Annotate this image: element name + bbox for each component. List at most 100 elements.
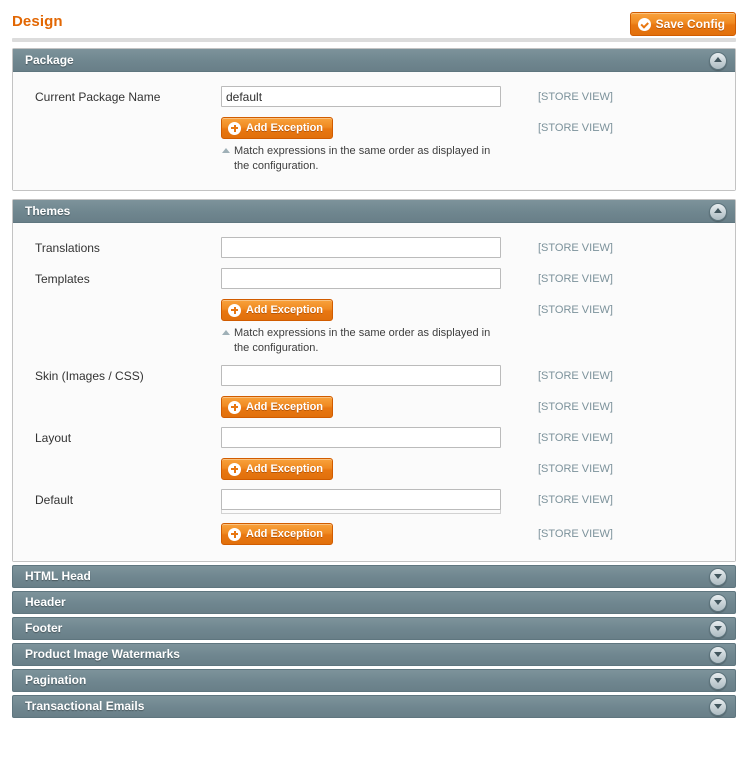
add-exception-button[interactable]: Add Exception (221, 458, 334, 480)
field-control: Add Exception Match expressions in the sa… (221, 299, 519, 356)
text-input[interactable] (221, 237, 501, 258)
section-header-themes[interactable]: Themes (13, 200, 735, 223)
save-config-label: Save Config (655, 17, 725, 31)
field-row: Translations [STORE VIEW] (13, 237, 735, 259)
header-divider (12, 38, 736, 42)
expand-down-icon[interactable] (709, 594, 727, 612)
config-sections: Package Current Package Name[STORE VIEW] A… (12, 48, 736, 718)
field-row: Layout [STORE VIEW] (13, 427, 735, 449)
plus-circle-icon (228, 121, 241, 135)
add-exception-label: Add Exception (246, 528, 324, 540)
field-row: Current Package Name [STORE VIEW] (13, 86, 735, 108)
section-header-package[interactable]: Package (13, 49, 735, 72)
field-control (221, 489, 519, 514)
expand-down-icon[interactable] (709, 672, 727, 690)
field-label: Translations (35, 241, 100, 255)
section-header: Header (12, 591, 736, 614)
add-exception-button[interactable]: Add Exception (221, 396, 334, 418)
field-control (221, 268, 519, 289)
section-html-head: HTML Head (12, 565, 736, 588)
field-row: Add Exception [STORE VIEW] (13, 458, 735, 480)
section-title: Product Image Watermarks (25, 647, 180, 661)
scope-label: [STORE VIEW] (538, 401, 613, 413)
text-input[interactable] (221, 427, 501, 448)
section-themes: Themes Translations [STORE VIEW] Templates [… (12, 199, 736, 562)
field-control (221, 427, 519, 448)
expand-down-icon[interactable] (709, 646, 727, 664)
text-input[interactable] (221, 268, 501, 289)
section-body-package: Current Package Name [STORE VIEW] Add Exce… (13, 72, 735, 190)
section-header-product-image-watermarks[interactable]: Product Image Watermarks (12, 643, 736, 666)
add-exception-button[interactable]: Add Exception (221, 117, 334, 139)
section-header-transactional-emails[interactable]: Transactional Emails (12, 695, 736, 718)
scope-label: [STORE VIEW] (538, 463, 613, 475)
add-exception-label: Add Exception (246, 401, 324, 413)
scope-label: [STORE VIEW] (538, 91, 613, 103)
field-label: Default (35, 493, 74, 507)
plus-circle-icon (228, 400, 241, 414)
content-header: Design Save Config (12, 0, 736, 42)
field-control: Add Exception (221, 523, 519, 545)
plus-circle-icon (228, 527, 241, 541)
text-input[interactable] (221, 86, 501, 107)
field-note-line2: the configuration. (234, 342, 319, 354)
text-input[interactable] (221, 489, 501, 510)
add-exception-label: Add Exception (246, 463, 324, 475)
add-exception-label: Add Exception (246, 122, 324, 134)
section-footer: Footer (12, 617, 736, 640)
section-header-header[interactable]: Header (12, 591, 736, 614)
scope-label: [STORE VIEW] (538, 242, 613, 254)
field-note-line1: Match expressions in the same order as d… (234, 327, 491, 339)
scope-label: [STORE VIEW] (538, 370, 613, 382)
scope-label: [STORE VIEW] (538, 494, 613, 506)
section-title: Transactional Emails (25, 699, 145, 713)
expand-down-icon[interactable] (709, 698, 727, 716)
field-row: Templates [STORE VIEW] (13, 268, 735, 290)
field-label: Layout (35, 431, 72, 445)
section-title: HTML Head (25, 569, 91, 583)
note-triangle-icon (222, 148, 230, 153)
expand-down-icon[interactable] (709, 568, 727, 586)
field-control (221, 365, 519, 386)
section-transactional-emails: Transactional Emails (12, 695, 736, 718)
scope-label: [STORE VIEW] (538, 273, 613, 285)
field-row: Skin (Images / CSS) [STORE VIEW] (13, 365, 735, 387)
page-title: Design (12, 13, 63, 30)
collapse-up-icon[interactable] (709, 52, 727, 70)
section-header-footer[interactable]: Footer (12, 617, 736, 640)
check-circle-icon (637, 17, 651, 31)
text-input[interactable] (221, 365, 501, 386)
scope-label: [STORE VIEW] (538, 122, 613, 134)
add-exception-label: Add Exception (246, 304, 324, 316)
field-control: Add Exception (221, 458, 519, 480)
note-triangle-icon (222, 330, 230, 335)
section-header-html-head[interactable]: HTML Head (12, 565, 736, 588)
collapse-up-icon[interactable] (709, 203, 727, 221)
save-config-button[interactable]: Save Config (629, 12, 736, 36)
field-row: Add Exception [STORE VIEW] (13, 523, 735, 545)
section-title: Pagination (25, 673, 87, 687)
field-row: Default [STORE VIEW] (13, 489, 735, 514)
field-control (221, 237, 519, 258)
field-note-line2: the configuration. (234, 160, 319, 172)
field-row: Add Exception Match expressions in the sa… (13, 299, 735, 356)
scope-label: [STORE VIEW] (538, 304, 613, 316)
add-exception-button[interactable]: Add Exception (221, 523, 334, 545)
plus-circle-icon (228, 462, 241, 476)
section-header-pagination[interactable]: Pagination (12, 669, 736, 692)
section-pagination: Pagination (12, 669, 736, 692)
field-label: Templates (35, 272, 90, 286)
section-package: Package Current Package Name [STORE VIEW] A… (12, 48, 736, 191)
field-note: Match expressions in the same order as d… (221, 326, 507, 356)
plus-circle-icon (228, 303, 241, 317)
scope-label: [STORE VIEW] (538, 432, 613, 444)
field-control (221, 86, 519, 107)
add-exception-button[interactable]: Add Exception (221, 299, 334, 321)
section-title: Package (25, 53, 74, 67)
field-label: Skin (Images / CSS) (35, 369, 144, 383)
section-title: Header (25, 595, 66, 609)
expand-down-icon[interactable] (709, 620, 727, 638)
section-product-image-watermarks: Product Image Watermarks (12, 643, 736, 666)
field-control: Add Exception Match expressions in the sa… (221, 117, 519, 174)
section-title: Themes (25, 204, 71, 218)
